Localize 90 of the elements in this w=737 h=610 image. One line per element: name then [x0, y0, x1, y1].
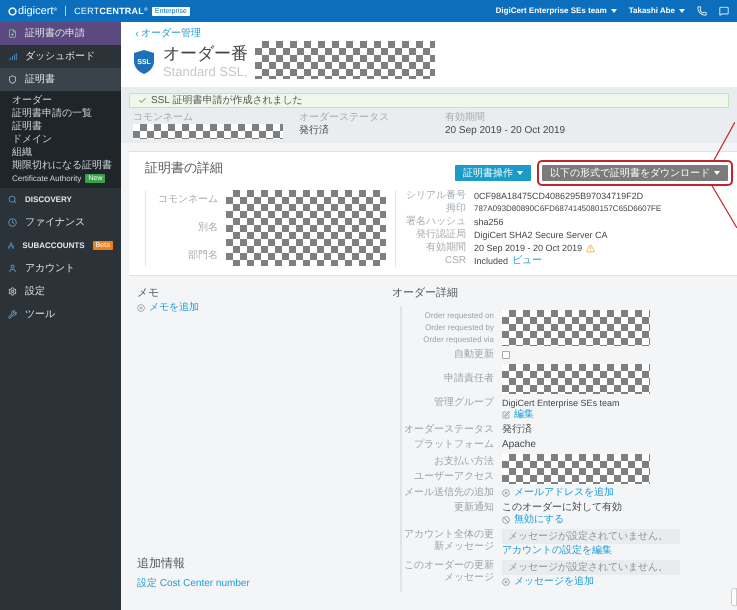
clock-icon	[8, 218, 17, 227]
field-value: Apache	[502, 439, 536, 451]
field-label: 申請責任者	[444, 373, 494, 385]
field-label: 署名ハッシュ	[405, 216, 466, 228]
field-value: 787A093D80890C6FD6874145080157C65D6607FE	[474, 203, 662, 215]
section-title: メモ	[137, 286, 160, 300]
edit-icon	[502, 411, 510, 419]
chevron-left-icon	[133, 30, 141, 38]
field-label: CSR	[444, 255, 466, 267]
plus-circle-icon	[502, 489, 510, 497]
product-name: CERTCENTRAL$^{®}$	[74, 6, 148, 16]
wrench-icon	[8, 310, 17, 319]
gear-icon	[8, 287, 17, 296]
field-label: 拇印	[445, 203, 466, 215]
sidebar-item[interactable]: DISCOVERY	[0, 188, 121, 211]
section-title: オーダー詳細	[392, 286, 459, 300]
field-label: 管理グループ	[434, 397, 494, 409]
field-value: Included	[474, 255, 508, 267]
summary-value: 発行済	[299, 124, 330, 138]
check-icon	[138, 96, 147, 105]
logo-ring-icon	[8, 6, 17, 16]
field-label: 更新通知	[454, 502, 494, 514]
caret-icon	[517, 171, 523, 175]
sidebar-item[interactable]: アカウント	[0, 257, 121, 280]
sidebar-subitem[interactable]: 期限切れになる証明書	[0, 159, 121, 172]
plus-circle-icon	[137, 304, 145, 312]
alert-message: SSL 証明書申請が作成されました	[151, 96, 302, 106]
ban-icon	[502, 516, 510, 524]
phone-icon[interactable]	[697, 6, 707, 16]
message-field[interactable]: メッセージが設定されていません。	[502, 529, 680, 544]
field-label: 自動更新	[454, 349, 494, 361]
sidebar-subitem[interactable]: 証明書	[0, 120, 121, 133]
checkbox[interactable]	[502, 351, 510, 359]
brand-logo: digicert$^{®}$	[18, 6, 58, 16]
field-label: 有効期間	[425, 242, 466, 254]
field-label: Order requested by	[425, 322, 494, 334]
field-label: プラットフォーム	[414, 439, 494, 451]
shield-icon	[8, 75, 17, 84]
sidebar-item[interactable]: 証明書	[0, 68, 121, 91]
sidebar-subitem[interactable]: ドメイン	[0, 133, 121, 146]
page-subtitle: Standard SSL,	[163, 64, 248, 79]
caret-icon	[714, 171, 720, 175]
message-field[interactable]: メッセージが設定されていません。	[502, 560, 680, 575]
summary-label: コモンネーム	[133, 112, 194, 124]
field-label: お支払い方法	[434, 456, 494, 468]
user-menu[interactable]: Takashi Abe	[628, 5, 685, 17]
sidebar-subitem[interactable]: オーダー	[0, 94, 121, 107]
sidebar-item[interactable]: ツール	[0, 303, 121, 326]
field-label: 発行認証局	[415, 229, 466, 241]
field-label: 別名	[198, 222, 218, 234]
network-icon	[8, 241, 14, 250]
sidebar-subitem[interactable]: 証明書申請の一覧	[0, 107, 121, 120]
page-title: オーダー番	[163, 44, 248, 64]
field-value: 20 Sep 2019 - 20 Oct 2019	[474, 242, 582, 254]
user-icon	[8, 264, 17, 273]
sidebar-item[interactable]: 設定	[0, 280, 121, 303]
section-title: 証明書の詳細	[145, 160, 223, 176]
plus-circle-icon	[502, 578, 510, 586]
field-value: DigiCert SHA2 Secure Server CA	[474, 229, 608, 241]
sidebar-item[interactable]: ファイナンス	[0, 211, 121, 234]
field-label: 部門名	[188, 250, 218, 262]
summary-label: 有効期間	[445, 112, 486, 124]
caret-icon	[679, 9, 685, 13]
section-title: 追加情報	[137, 556, 186, 570]
field-label: アカウント全体の更新メッセージ	[403, 529, 494, 553]
signal-bars-icon	[8, 52, 17, 61]
field-label: Order requested via	[423, 334, 494, 346]
summary-label: オーダーステータス	[299, 112, 390, 124]
sidebar-item[interactable]: 証明書の申請	[0, 22, 121, 45]
field-value: DigiCert Enterprise SEs team	[502, 397, 620, 409]
field-label: シリアル番号	[405, 190, 466, 202]
field-label: オーダーステータス	[404, 424, 494, 436]
download-button[interactable]: 以下の形式で証明書をダウンロード	[542, 165, 728, 181]
field-label: ユーザーアクセス	[414, 470, 494, 482]
search-icon	[8, 195, 17, 204]
chat-icon[interactable]	[719, 6, 729, 16]
file-plus-icon	[8, 29, 17, 38]
caret-icon	[610, 9, 617, 13]
field-label: このオーダーの更新メッセージ	[403, 560, 494, 584]
field-value: 発行済	[502, 424, 532, 436]
summary-value: 20 Sep 2019 - 20 Oct 2019	[445, 124, 566, 138]
team-menu[interactable]: DigiCert Enterprise SEs team	[496, 5, 617, 17]
field-label: Order requested on	[424, 310, 494, 322]
sidebar-item[interactable]: ダッシュボード	[0, 45, 121, 68]
field-label: メール送信先の追加	[404, 487, 494, 499]
sidebar-subitem[interactable]: 組織	[0, 146, 121, 159]
field-value: 0CF98A18475CD4086295B97034719F2D	[474, 190, 644, 202]
field-label: コモンネーム	[158, 194, 218, 206]
field-value: sha256	[474, 216, 504, 228]
field-value: このオーダーに対して有効	[502, 502, 622, 514]
